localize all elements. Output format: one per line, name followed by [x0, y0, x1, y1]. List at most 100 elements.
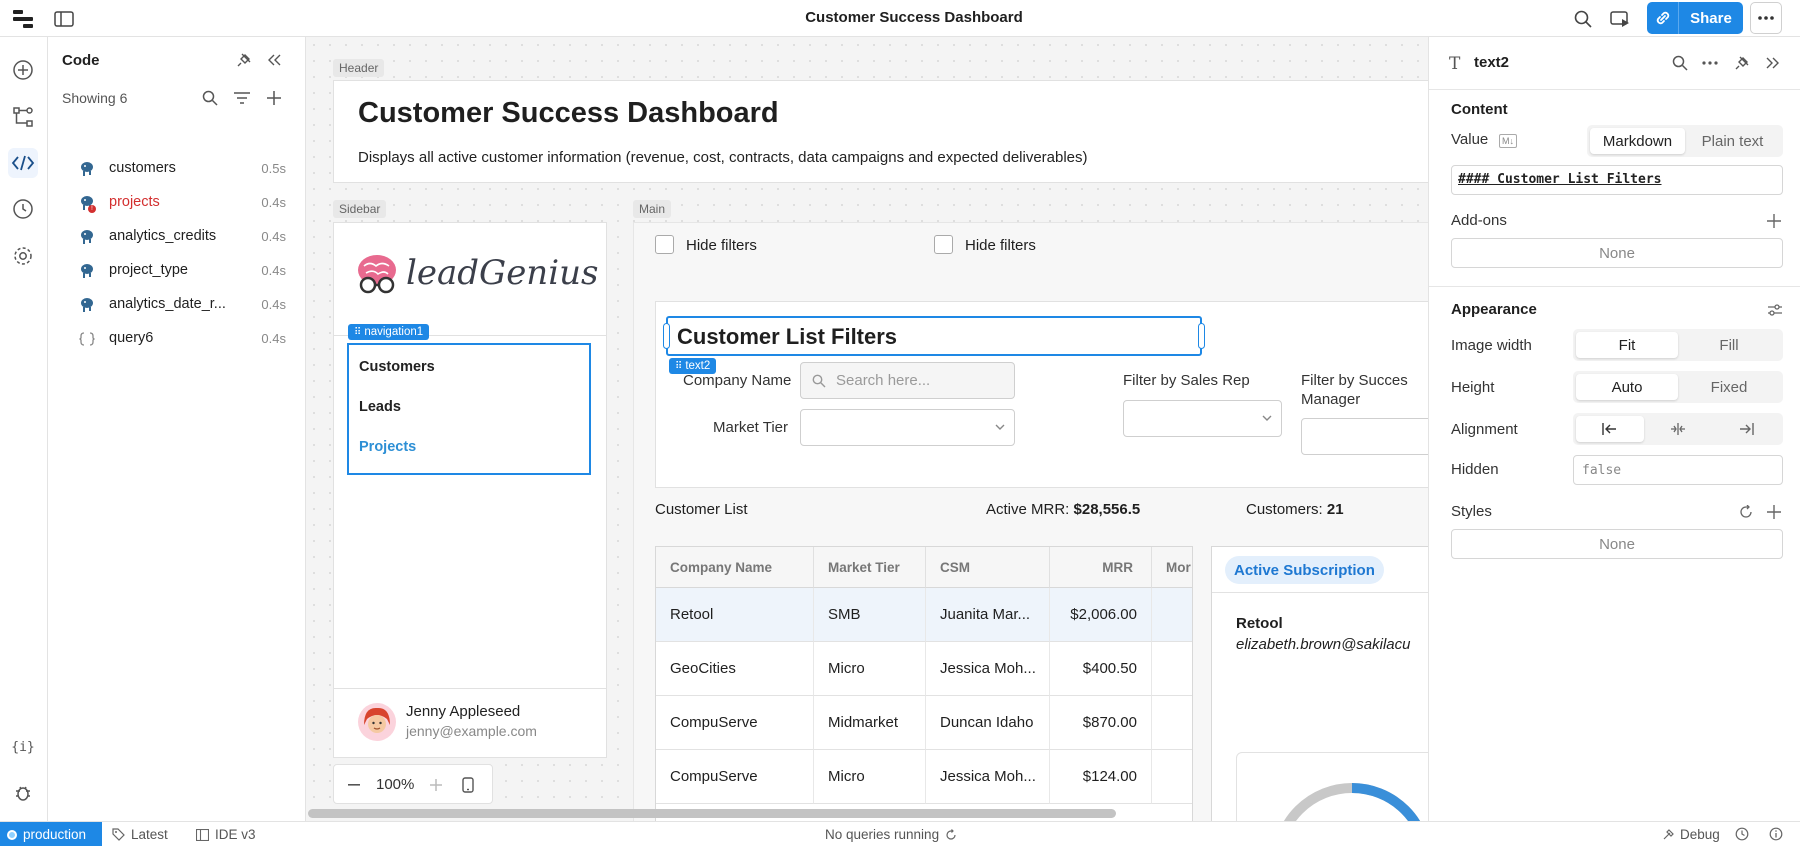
addons-empty[interactable]: None	[1451, 238, 1783, 268]
pin-icon[interactable]	[1732, 53, 1752, 73]
table-row[interactable]: CompuServe Midmarket Duncan Idaho $870.00	[656, 696, 1192, 750]
mode-plain-text[interactable]: Plain text	[1685, 128, 1780, 154]
preview-icon[interactable]	[1607, 6, 1633, 32]
align-right-icon[interactable]	[1712, 416, 1780, 442]
drag-handle-icon[interactable]: ⠿	[354, 327, 361, 338]
align-center-icon[interactable]	[1644, 416, 1712, 442]
company-name-label: Company Name	[683, 372, 792, 389]
table-row[interactable]: Retool SMB Juanita Mar... $2,006.00	[656, 588, 1192, 642]
add-query-icon[interactable]	[264, 88, 284, 108]
align-left-icon[interactable]	[1576, 416, 1644, 442]
search-queries-icon[interactable]	[200, 88, 220, 108]
tab-active-subscription[interactable]: Active Subscription	[1225, 556, 1384, 584]
collapse-panel-icon[interactable]	[264, 50, 284, 70]
more-options-icon[interactable]	[1750, 2, 1782, 34]
column-header-company[interactable]: Company Name	[656, 547, 814, 588]
zoom-level[interactable]: 100%	[376, 776, 414, 793]
value-input[interactable]: #### Customer List Filters	[1451, 165, 1783, 195]
appearance-section-title[interactable]: Appearance	[1451, 301, 1537, 318]
height-fixed[interactable]: Fixed	[1678, 374, 1780, 400]
add-style-icon[interactable]	[1765, 503, 1783, 521]
history-icon[interactable]	[1734, 826, 1750, 842]
hidden-label: Hidden	[1451, 461, 1499, 478]
filters-title-text[interactable]: Customer List Filters	[663, 316, 1205, 356]
image-width-fill[interactable]: Fill	[1678, 332, 1780, 358]
navigation-tag[interactable]: ⠿ navigation1	[348, 324, 430, 340]
column-header-csm[interactable]: CSM	[926, 547, 1050, 588]
customer-table[interactable]: Company Name Market Tier CSM MRR Mor Ret…	[655, 546, 1193, 821]
horizontal-scrollbar[interactable]	[308, 809, 1116, 818]
filters-container[interactable]: Customer List Filters ⠿ text2 Company Nam…	[655, 301, 1428, 488]
company-search-input[interactable]: Search here...	[800, 362, 1015, 399]
customer-detail-card[interactable]: Active Subscription Retool elizabeth.bro…	[1211, 546, 1428, 821]
success-manager-select[interactable]	[1301, 418, 1428, 455]
sidebar-container[interactable]: leadGenius ⠿ navigation1 Customers Leads …	[333, 222, 607, 758]
resize-handle-left[interactable]	[663, 323, 670, 349]
hide-filters-checkbox-1[interactable]	[655, 235, 674, 254]
hide-filters-checkbox-2[interactable]	[934, 235, 953, 254]
sliders-icon[interactable]	[1765, 301, 1785, 319]
nav-item-customers[interactable]: Customers	[359, 359, 435, 375]
nav-item-projects[interactable]: Projects	[359, 439, 416, 455]
search-icon[interactable]	[1670, 53, 1690, 73]
inspector-title[interactable]: text2	[1474, 54, 1509, 71]
height-auto[interactable]: Auto	[1576, 374, 1678, 400]
search-icon[interactable]	[1570, 6, 1596, 32]
table-row[interactable]: CompuServe Micro Jessica Moh... $124.00	[656, 750, 1192, 804]
workflow-icon[interactable]	[8, 102, 38, 132]
query-item[interactable]: project_type 0.4s	[48, 254, 306, 288]
settings-gear-icon[interactable]	[8, 241, 38, 271]
query-item[interactable]: customers 0.5s	[48, 152, 306, 186]
sales-rep-select[interactable]	[1123, 400, 1282, 437]
environment-badge[interactable]: production	[0, 822, 102, 846]
state-braces-icon[interactable]: {i}	[8, 731, 38, 761]
filter-icon[interactable]	[232, 88, 252, 108]
table-row[interactable]: GeoCities Micro Jessica Moh... $400.50	[656, 642, 1192, 696]
drag-handle-icon[interactable]: ⠿	[675, 361, 682, 372]
alignment-toggle[interactable]	[1573, 413, 1783, 445]
content-section-title[interactable]: Content	[1451, 101, 1508, 118]
query-item[interactable]: analytics_date_r... 0.4s	[48, 288, 306, 322]
nav-item-leads[interactable]: Leads	[359, 399, 401, 415]
query-item[interactable]: query6 0.4s	[48, 322, 306, 356]
add-addon-icon[interactable]	[1765, 212, 1783, 230]
styles-empty[interactable]: None	[1451, 529, 1783, 559]
mode-markdown[interactable]: Markdown	[1590, 128, 1685, 154]
cell-market-tier: Micro	[814, 642, 926, 696]
copy-link-icon[interactable]	[1647, 2, 1679, 34]
image-width-toggle[interactable]: Fit Fill	[1573, 329, 1783, 361]
query-item[interactable]: ! projects 0.4s	[48, 186, 306, 220]
image-width-fit[interactable]: Fit	[1576, 332, 1678, 358]
share-button[interactable]: Share	[1679, 2, 1743, 34]
more-options-icon[interactable]	[1700, 53, 1720, 73]
header-container[interactable]: Customer Success Dashboard Displays all …	[333, 80, 1428, 183]
zoom-in-icon[interactable]	[426, 775, 446, 795]
debug-button[interactable]: Debug	[1662, 827, 1720, 842]
expand-panel-icon[interactable]	[1763, 53, 1783, 73]
pin-icon[interactable]	[234, 50, 254, 70]
column-header-more[interactable]: Mor	[1152, 547, 1192, 588]
code-icon[interactable]	[8, 148, 38, 178]
column-header-market-tier[interactable]: Market Tier	[814, 547, 926, 588]
ide-version[interactable]: IDE v3	[196, 827, 256, 842]
height-toggle[interactable]: Auto Fixed	[1573, 371, 1783, 403]
navigation-component[interactable]: Customers Leads Projects	[347, 343, 591, 475]
info-icon[interactable]	[1768, 826, 1784, 842]
market-tier-select[interactable]	[800, 409, 1015, 446]
query-name: query6	[109, 330, 154, 346]
debug-bug-icon[interactable]	[8, 778, 38, 808]
mobile-view-icon[interactable]	[458, 775, 478, 795]
resize-handle-right[interactable]	[1198, 323, 1205, 349]
history-icon[interactable]	[8, 194, 38, 224]
query-item[interactable]: analytics_credits 0.4s	[48, 220, 306, 254]
value-mode-toggle[interactable]: Markdown Plain text	[1587, 125, 1783, 157]
reset-styles-icon[interactable]	[1736, 503, 1756, 521]
main-container[interactable]: Hide filters Hide filters Customer List …	[633, 222, 1428, 821]
hidden-input[interactable]: false	[1573, 455, 1783, 485]
version-selector[interactable]: Latest	[112, 827, 168, 842]
zoom-out-icon[interactable]	[344, 775, 364, 795]
code-braces-icon	[79, 331, 95, 347]
add-component-icon[interactable]	[8, 55, 38, 85]
user-profile[interactable]: Jenny Appleseed jenny@example.com	[334, 688, 606, 757]
column-header-mrr[interactable]: MRR	[1050, 547, 1152, 588]
